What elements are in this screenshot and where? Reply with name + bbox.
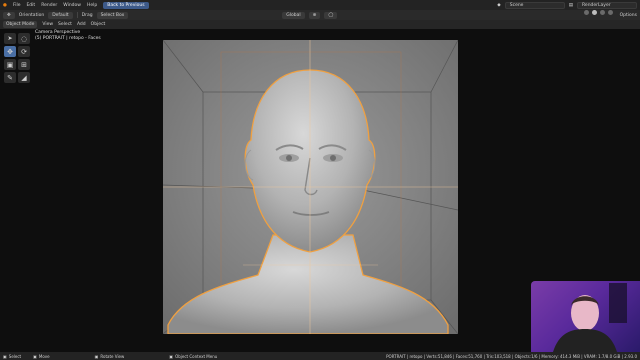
- menu-view[interactable]: View: [42, 22, 53, 27]
- shading-rendered-button[interactable]: [608, 10, 613, 15]
- menu-file[interactable]: File: [13, 3, 21, 8]
- drag-dropdown[interactable]: Select Box: [96, 11, 129, 19]
- status-select-hint: Select: [8, 353, 22, 359]
- top-menu-bar: ● File Edit Render Window Help Back to P…: [0, 0, 640, 10]
- measure-tool[interactable]: ◢: [18, 72, 30, 83]
- snap-toggle[interactable]: ⊕: [308, 11, 321, 19]
- viewport-shading-buttons: [584, 10, 613, 15]
- move-icon: ✥: [7, 47, 13, 56]
- orientation-label: Orientation: [18, 12, 45, 18]
- shading-solid-button[interactable]: [592, 10, 597, 15]
- transform-icon: ⊞: [21, 60, 27, 69]
- transform-tool[interactable]: ⊞: [18, 59, 30, 70]
- annotate-icon: ✎: [7, 73, 13, 82]
- viewport-header: Object Mode View Select Add Object: [0, 20, 640, 29]
- orientation-dropdown[interactable]: Default: [48, 11, 73, 19]
- measure-icon: ◢: [21, 73, 27, 82]
- proportional-editing-toggle[interactable]: ◯: [324, 11, 338, 19]
- layer-icon: ▤: [568, 2, 573, 8]
- rotate-icon: ⟳: [21, 47, 27, 56]
- select-circle-icon: ◌: [20, 34, 28, 43]
- menu-render[interactable]: Render: [41, 3, 57, 8]
- status-bar: ▣ Select ▣ Move ▣ Rotate View ▣ Object C…: [0, 352, 640, 360]
- status-stats: PORTRAIT | retopo | Verts:51,846 | Faces…: [386, 353, 637, 359]
- menu-select[interactable]: Select: [58, 22, 72, 27]
- menu-edit[interactable]: Edit: [26, 3, 35, 8]
- move-tool[interactable]: ✥: [4, 46, 16, 57]
- transform-orientation-dropdown[interactable]: Global: [282, 11, 305, 19]
- blender-logo-icon[interactable]: ●: [3, 3, 7, 8]
- viewport-overlay-subtitle: (5) PORTRAIT | retopo - Faces: [35, 36, 101, 41]
- scale-tool[interactable]: ▣: [4, 59, 16, 70]
- active-tool-icon[interactable]: ✥: [3, 11, 15, 19]
- back-to-previous-button[interactable]: Back to Previous: [103, 1, 149, 9]
- shading-wireframe-button[interactable]: [584, 10, 589, 15]
- shading-material-button[interactable]: [600, 10, 605, 15]
- webcam-overlay: [531, 281, 640, 352]
- mouse-right-icon: ▣: [33, 353, 37, 359]
- tool-settings-header: ✥ Orientation Default Drag Select Box Gl…: [0, 10, 640, 20]
- annotate-tool[interactable]: ✎: [4, 72, 16, 83]
- drag-label: Drag: [81, 12, 93, 18]
- scene-selector[interactable]: Scene: [504, 1, 565, 9]
- menu-add[interactable]: Add: [77, 22, 86, 27]
- divider: [76, 12, 78, 18]
- status-context-hint: Object Context Menu: [175, 353, 218, 359]
- camera-frame[interactable]: [163, 40, 458, 334]
- rotate-tool[interactable]: ⟳: [18, 46, 30, 57]
- viewport-overlay-title: Camera Perspective: [35, 30, 81, 35]
- menu-window[interactable]: Window: [63, 3, 81, 8]
- head-sculpt-render: [163, 40, 458, 334]
- cursor-icon: ➤: [7, 35, 13, 42]
- cursor-tool[interactable]: ➤: [4, 33, 16, 44]
- tool-shelf: ➤ ◌ ✥ ⟳ ▣ ⊞ ✎ ◢: [4, 33, 30, 83]
- render-layer-selector[interactable]: RenderLayer: [577, 1, 637, 9]
- menu-object[interactable]: Object: [91, 22, 106, 27]
- mode-selector[interactable]: Object Mode: [3, 21, 38, 28]
- options-dropdown[interactable]: Options: [620, 13, 637, 18]
- menu-help[interactable]: Help: [87, 3, 97, 8]
- presenter-image: [553, 283, 627, 352]
- scene-icon: ◆: [497, 2, 501, 8]
- select-tool[interactable]: ◌: [18, 33, 30, 44]
- mouse-middle-icon: ▣: [94, 353, 99, 359]
- status-rotate-hint: Rotate View: [100, 353, 125, 359]
- mouse-left-icon: ▣: [3, 353, 7, 359]
- status-move-hint: Move: [38, 353, 50, 359]
- scale-icon: ▣: [6, 60, 14, 69]
- mouse-context-icon: ▣: [169, 353, 174, 359]
